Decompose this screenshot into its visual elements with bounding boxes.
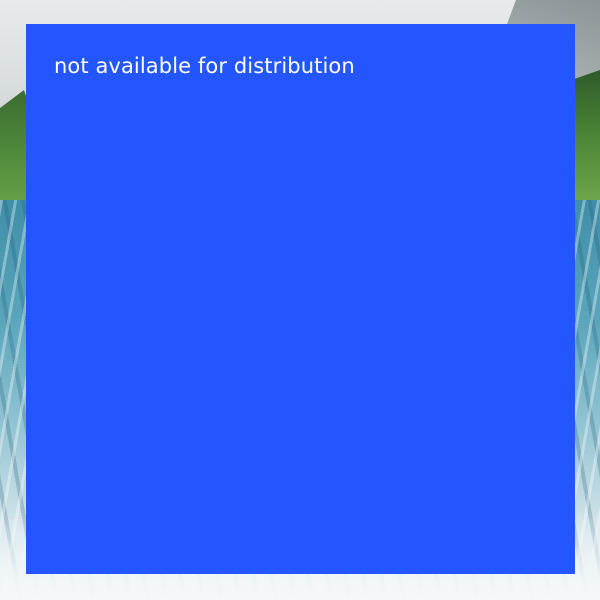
unavailable-overlay: not available for distribution [26, 24, 575, 574]
unavailable-notice: not available for distribution [54, 54, 355, 78]
background-photo: not available for distribution [0, 0, 600, 600]
